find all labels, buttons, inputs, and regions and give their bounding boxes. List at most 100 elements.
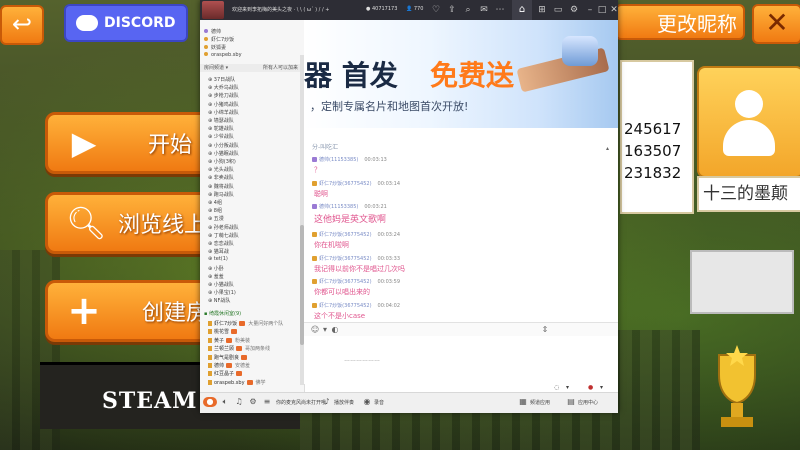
sidebar-channel-item[interactable]: ⊕ 小分叛战队 [208,142,239,149]
lounge-member[interactable]: 黄子 粉美装 [208,337,250,344]
user-role-icon [312,302,317,308]
mail-icon[interactable]: ✉ [478,4,490,16]
record-button[interactable]: 录音 [374,399,384,406]
menu-icon[interactable]: ⋯ [494,4,506,16]
dropdown-icon[interactable]: ▾ [320,325,330,335]
chat-bubble-icon[interactable]: ◌ [554,384,559,391]
sidebar-channel-item[interactable]: ⊕ 小果宝(1) [208,289,236,296]
message-user[interactable]: 德帅(11153385) [319,157,358,163]
rename-button[interactable]: 更改昵称 [615,4,745,40]
discord-button[interactable]: DISCORD [64,4,188,42]
bottom-toolbar: ● 🔈︎ ♫ ⚙ ≡ 你的麦克风尚未打开哦 ♪ 播放伴奏 ◉ 录音 ▦ 频道应用… [200,392,618,413]
channel-apps-button[interactable]: 频道应用 [530,399,550,406]
send-options-icon[interactable]: ▾ [600,384,603,391]
channel-label: 步枪刀战队 [213,93,239,100]
sliders-icon[interactable]: ≡ [262,397,272,407]
top-member[interactable]: oraspeb.sby [204,52,242,58]
lounge-member[interactable]: oraspeb.sby 佛学 [208,379,266,386]
sidebar-channel-item[interactable]: ⊕ 孙老师战队 [208,224,239,231]
sidebar-channel-item[interactable]: ⊕ 小猫眠战队 [208,150,239,157]
level-badge-icon [236,346,243,352]
sidebar-channel-item[interactable]: ⊕ 大乔乌战队 [208,84,239,91]
gamepad-icon[interactable]: ⊞ [536,4,548,16]
sidebar-channel-item[interactable]: ⊕ tet(1) [208,256,228,262]
search-icon[interactable]: ⌕ [462,4,474,16]
lounge-member[interactable]: 德帅 安德羞 [208,362,250,369]
sidebar-channel-item[interactable]: ⊕ 8组 [208,207,222,214]
top-member[interactable]: 妖狐妻 [204,44,226,51]
lounge-member[interactable]: 虾仁7炒饭 大量问好两个队 [208,320,283,327]
speaker-icon[interactable]: 🔈︎ [220,397,230,407]
share-icon[interactable]: ⇪ [446,4,458,16]
settings-icon[interactable]: ⚙ [568,4,580,16]
lounge-member[interactable]: 红豆晶子 [208,370,245,377]
sidebar-channel-item[interactable]: ⊕ 魏将战队 [208,183,234,190]
lounge-header[interactable]: ▪ 绮霞休闲室(9) [204,310,241,317]
message-user[interactable]: 虾仁7炒饭(36775452) [319,279,372,285]
message-time: 00:03:13 [364,157,387,163]
sidebar-channel-item[interactable]: ⊕ 五漫 [208,215,224,222]
sidebar-channel-item[interactable]: ⊕ 小猫战队 [208,281,234,288]
message-text: 聪啊 [314,189,328,198]
app-center-button[interactable]: 应用中心 [578,399,598,406]
top-member[interactable]: 虾仁7炒饭 [204,36,234,43]
close-icon[interactable]: ✕ [608,4,620,16]
sidebar-channel-item[interactable]: ⊕ 少爷战队 [208,133,234,140]
podium-icon [690,250,794,314]
close-game-button[interactable]: ✕ [752,4,800,44]
sidebar-channel-item[interactable]: ⊕ 跑马战队 [208,191,234,198]
window-icon[interactable]: ▭ [552,4,564,16]
message-user[interactable]: 虾仁7炒饭(36775452) [319,256,372,262]
sidebar-channel-item[interactable]: ⊕ 墙瑟战队 [208,117,234,124]
message-user[interactable]: 虾仁7炒饭(36775452) [319,181,372,187]
message-header: 虾仁7炒饭(36775452) 00:03:14 [312,180,400,187]
sidebar-channel-item[interactable]: ⊕ 猫耳战 [208,248,229,255]
maximize-icon[interactable]: □ [596,4,608,16]
send-dropdown-icon[interactable]: ▾ [566,384,569,391]
channel-category-bar[interactable]: 房间频道 ▾ 所有人可以加来 [200,64,304,72]
send-button[interactable]: ● [588,384,593,391]
sidebar-channel-item[interactable]: ⊕ NF战队 [208,297,230,304]
lounge-member[interactable]: 桃花雪 [208,328,240,335]
lounge-member[interactable]: 兰顿兰顾 哥加两条线 [208,345,270,352]
sidebar-channel-item[interactable]: ⊕ 步枪刀战队 [208,92,239,99]
music-icon[interactable]: ♪ [322,397,332,407]
sidebar-channel-item[interactable]: ⊕ 光头战队 [208,166,234,173]
back-arrow-button[interactable]: ↩ [0,5,44,45]
sidebar-channel-item[interactable]: ⊕ 小卧 [208,265,224,272]
sidebar-channel-item[interactable]: ⊕ 非卖战队 [208,174,234,181]
sidebar-channel-item[interactable]: ⊕ 小猪鸡战队 [208,101,239,108]
avatar[interactable] [697,66,800,178]
resize-handle-icon[interactable]: ⇕ [540,325,550,335]
emoji-icon[interactable]: ☺ [310,325,320,335]
promo-banner[interactable]: 器 首发 免费送 ，定制专属名片和地图首次开放! [304,20,618,129]
sidebar-channel-item[interactable]: ⊕ 丁萌七战队 [208,232,239,239]
home-icon[interactable]: ⌂ [512,0,532,20]
chat-scroll-up-icon[interactable]: ▴ [606,145,612,153]
gear-icon[interactable]: ⚙ [248,397,258,407]
sidebar-channel-item[interactable]: ⊕ 恋恋战队 [208,240,234,247]
chat-input[interactable] [304,336,618,384]
record-icon[interactable]: ◉ [362,397,372,407]
message-user[interactable]: 德帅(11153385) [319,204,358,210]
message-user[interactable]: 虾仁7炒饭(36775452) [319,303,372,309]
sidebar-channel-item[interactable]: ⊕ 4组 [208,199,222,206]
top-member[interactable]: 德帅 [204,28,221,35]
image-icon[interactable]: ◐ [330,325,340,335]
play-accompaniment-button[interactable]: 播放伴奏 [334,399,354,406]
message-user[interactable]: 虾仁7炒饭(36775452) [319,232,372,238]
heart-icon[interactable]: ♡ [430,4,442,16]
headset-icon[interactable]: ♫ [234,397,244,407]
channel-label: 小果宝(1) [213,290,236,297]
minimize-icon[interactable]: – [584,4,596,16]
sidebar-channel-item[interactable]: ⊕ 小绵羊战队 [208,109,239,116]
mic-toggle-icon[interactable]: ● [203,397,217,407]
app-icon[interactable]: ▦ [518,397,528,407]
sidebar-channel-item[interactable]: ⊕ 羞羞 [208,273,224,280]
lounge-member[interactable]: 跑气是剧良 [208,354,250,361]
play-icon: ▶ [71,124,97,162]
sidebar-channel-item[interactable]: ⊕ 鸵雄战队 [208,125,234,132]
sidebar-channel-item[interactable]: ⊕ 小狗(3积) [208,158,236,165]
app-center-icon[interactable]: ▤ [566,397,576,407]
sidebar-channel-item[interactable]: ⊕ 37日战队 [208,76,235,83]
